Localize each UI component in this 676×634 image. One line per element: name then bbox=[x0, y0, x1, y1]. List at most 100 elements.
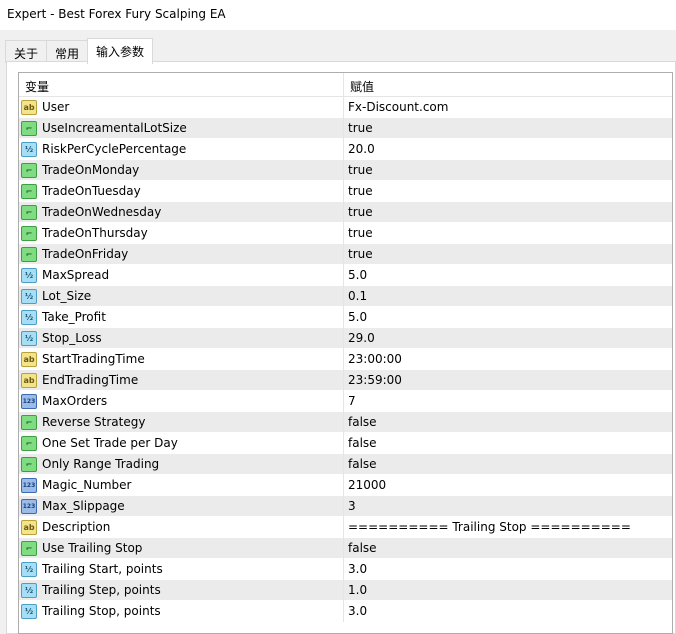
variable-cell: ⌐ Reverse Strategy bbox=[19, 411, 344, 433]
value-cell[interactable]: 5.0 bbox=[344, 310, 367, 324]
variable-cell: ab EndTradingTime bbox=[19, 369, 344, 391]
table-row[interactable]: ab EndTradingTime 23:59:00 bbox=[19, 369, 672, 391]
variable-cell: ½ Take_Profit bbox=[19, 306, 344, 328]
value-cell[interactable]: true bbox=[344, 226, 373, 240]
variable-cell: ⌐ One Set Trade per Day bbox=[19, 432, 344, 454]
value-cell[interactable]: 7 bbox=[344, 394, 356, 408]
string-icon: ab bbox=[21, 372, 37, 388]
string-icon: ab bbox=[21, 99, 37, 115]
variable-name: One Set Trade per Day bbox=[42, 436, 178, 450]
value-cell[interactable]: false bbox=[344, 436, 377, 450]
variable-name: RiskPerCyclePercentage bbox=[42, 142, 187, 156]
table-row[interactable]: 123 Max_Slippage 3 bbox=[19, 495, 672, 517]
value-cell[interactable]: true bbox=[344, 184, 373, 198]
value-cell[interactable]: true bbox=[344, 163, 373, 177]
variable-cell: ⌐ TradeOnThursday bbox=[19, 222, 344, 244]
variable-name: UseIncreamentalLotSize bbox=[42, 121, 187, 135]
double-icon: ½ bbox=[21, 141, 37, 157]
bool-icon: ⌐ bbox=[21, 456, 37, 472]
string-icon: ab bbox=[21, 351, 37, 367]
variable-cell: ½ MaxSpread bbox=[19, 264, 344, 286]
tab-inputs[interactable]: 输入参数 bbox=[87, 38, 154, 64]
header-value[interactable]: 赋值 bbox=[344, 73, 374, 96]
variable-name: Description bbox=[42, 520, 111, 534]
value-cell[interactable]: 3.0 bbox=[344, 562, 367, 576]
table-row[interactable]: ab User Fx-Discount.com bbox=[19, 96, 672, 118]
value-cell[interactable]: 0.1 bbox=[344, 289, 367, 303]
value-cell[interactable]: 23:59:00 bbox=[344, 373, 402, 387]
variable-cell: ab Description bbox=[19, 516, 344, 538]
value-cell[interactable]: ========== Trailing Stop ========== bbox=[344, 520, 631, 534]
variable-name: TradeOnThursday bbox=[42, 226, 148, 240]
table-row[interactable]: ½ MaxSpread 5.0 bbox=[19, 264, 672, 286]
value-cell[interactable]: 20.0 bbox=[344, 142, 375, 156]
value-cell[interactable]: 29.0 bbox=[344, 331, 375, 345]
value-cell[interactable]: 21000 bbox=[344, 478, 386, 492]
table-row[interactable]: ½ Trailing Start, points 3.0 bbox=[19, 558, 672, 580]
parameters-table: 变量 赋值 ab User Fx-Discount.com ⌐ UseIncreamen… bbox=[18, 72, 673, 634]
table-row[interactable]: ⌐ Only Range Trading false bbox=[19, 453, 672, 475]
table-row[interactable]: ⌐ TradeOnMonday true bbox=[19, 159, 672, 181]
value-cell[interactable]: 5.0 bbox=[344, 268, 367, 282]
value-cell[interactable]: 23:00:00 bbox=[344, 352, 402, 366]
value-cell[interactable]: true bbox=[344, 121, 373, 135]
table-row[interactable]: ⌐ Reverse Strategy false bbox=[19, 411, 672, 433]
table-row[interactable]: ½ Lot_Size 0.1 bbox=[19, 285, 672, 307]
table-row[interactable]: 123 MaxOrders 7 bbox=[19, 390, 672, 412]
double-icon: ½ bbox=[21, 309, 37, 325]
variable-name: Only Range Trading bbox=[42, 457, 160, 471]
variable-name: User bbox=[42, 100, 70, 114]
value-cell[interactable]: false bbox=[344, 457, 377, 471]
table-row[interactable]: ½ Trailing Stop, points 3.0 bbox=[19, 600, 672, 622]
table-row[interactable]: 123 Magic_Number 21000 bbox=[19, 474, 672, 496]
double-icon: ½ bbox=[21, 603, 37, 619]
table-row[interactable]: ab Description ========== Trailing Stop ==… bbox=[19, 516, 672, 538]
value-cell[interactable]: false bbox=[344, 415, 377, 429]
value-cell[interactable]: false bbox=[344, 541, 377, 555]
variable-cell: ½ Trailing Step, points bbox=[19, 579, 344, 601]
table-row[interactable]: ⌐ TradeOnThursday true bbox=[19, 222, 672, 244]
variable-cell: ⌐ TradeOnWednesday bbox=[19, 201, 344, 223]
value-cell[interactable]: true bbox=[344, 247, 373, 261]
bool-icon: ⌐ bbox=[21, 435, 37, 451]
variable-cell: ⌐ TradeOnMonday bbox=[19, 159, 344, 181]
variable-name: Trailing Stop, points bbox=[42, 604, 161, 618]
value-cell[interactable]: true bbox=[344, 205, 373, 219]
double-icon: ½ bbox=[21, 561, 37, 577]
value-cell[interactable]: Fx-Discount.com bbox=[344, 100, 448, 114]
header-variable[interactable]: 变量 bbox=[19, 73, 344, 96]
table-row[interactable]: ½ RiskPerCyclePercentage 20.0 bbox=[19, 138, 672, 160]
table-row[interactable]: ab StartTradingTime 23:00:00 bbox=[19, 348, 672, 370]
table-row[interactable]: ½ Trailing Step, points 1.0 bbox=[19, 579, 672, 601]
bool-icon: ⌐ bbox=[21, 246, 37, 262]
tab-common[interactable]: 常用 bbox=[46, 40, 89, 63]
variable-name: TradeOnMonday bbox=[42, 163, 140, 177]
table-row[interactable]: ½ Take_Profit 5.0 bbox=[19, 306, 672, 328]
variable-name: Use Trailing Stop bbox=[42, 541, 143, 555]
value-cell[interactable]: 1.0 bbox=[344, 583, 367, 597]
value-cell[interactable]: 3.0 bbox=[344, 604, 367, 618]
bool-icon: ⌐ bbox=[21, 540, 37, 556]
table-row[interactable]: ½ Stop_Loss 29.0 bbox=[19, 327, 672, 349]
table-row[interactable]: ⌐ TradeOnWednesday true bbox=[19, 201, 672, 223]
table-row[interactable]: ⌐ TradeOnFriday true bbox=[19, 243, 672, 265]
variable-cell: ⌐ Only Range Trading bbox=[19, 453, 344, 475]
double-icon: ½ bbox=[21, 582, 37, 598]
string-icon: ab bbox=[21, 519, 37, 535]
table-row[interactable]: ⌐ TradeOnTuesday true bbox=[19, 180, 672, 202]
variable-name: Magic_Number bbox=[42, 478, 132, 492]
tab-about[interactable]: 关于 bbox=[5, 40, 48, 63]
table-row[interactable]: ⌐ UseIncreamentalLotSize true bbox=[19, 117, 672, 139]
inputs-panel: 变量 赋值 ab User Fx-Discount.com ⌐ UseIncreamen… bbox=[6, 61, 676, 634]
variable-cell: ½ Stop_Loss bbox=[19, 327, 344, 349]
value-cell[interactable]: 3 bbox=[344, 499, 356, 513]
bool-icon: ⌐ bbox=[21, 204, 37, 220]
variable-cell: 123 Max_Slippage bbox=[19, 495, 344, 517]
bool-icon: ⌐ bbox=[21, 183, 37, 199]
table-row[interactable]: ⌐ Use Trailing Stop false bbox=[19, 537, 672, 559]
bool-icon: ⌐ bbox=[21, 225, 37, 241]
variable-name: Trailing Start, points bbox=[42, 562, 163, 576]
table-row[interactable]: ⌐ One Set Trade per Day false bbox=[19, 432, 672, 454]
variable-name: MaxSpread bbox=[42, 268, 110, 282]
window-title: Expert - Best Forex Fury Scalping EA bbox=[0, 0, 676, 30]
